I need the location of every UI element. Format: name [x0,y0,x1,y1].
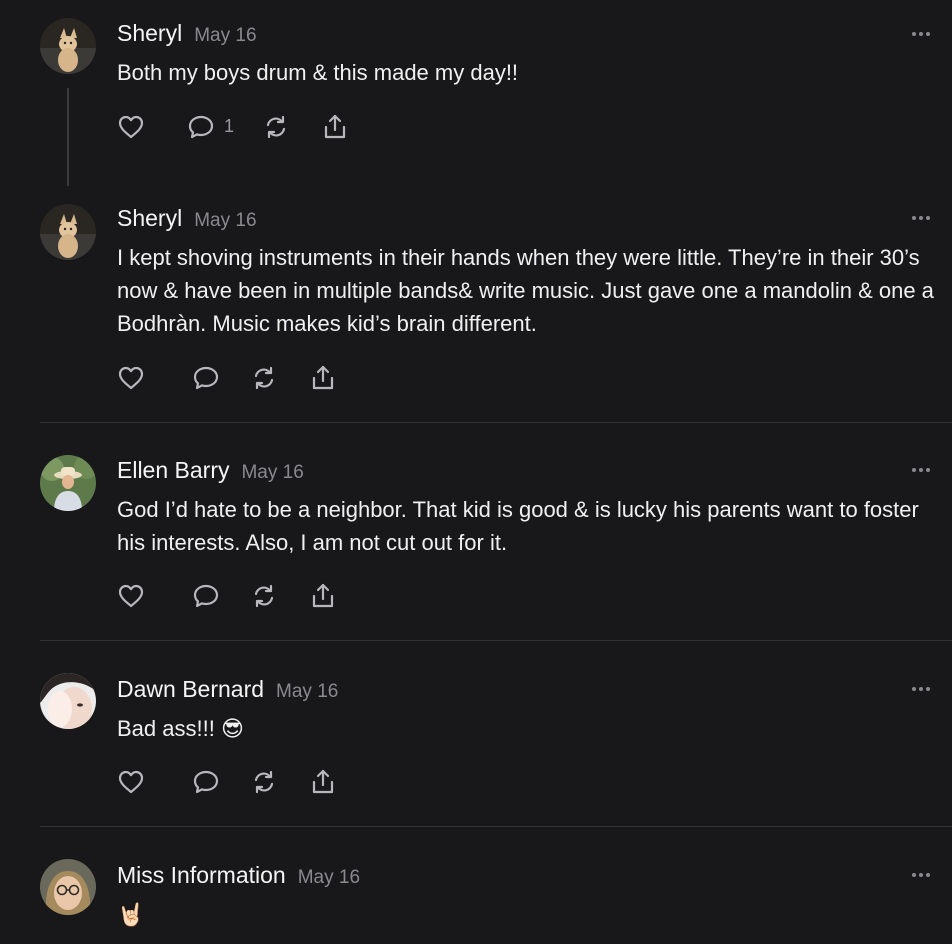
comment-bubble-icon[interactable] [191,767,221,797]
comment: Sheryl May 16 I kept shoving instruments … [0,186,952,422]
comment-bubble-icon[interactable] [191,363,221,393]
comment-bubble-icon[interactable] [186,112,216,142]
share-icon[interactable] [320,112,350,142]
comment-date: May 16 [276,681,339,702]
avatar[interactable] [40,18,96,74]
comment-text: Both my boys drum & this made my day!! [117,60,519,85]
comment-text: I kept shoving instruments in their hand… [117,245,934,336]
heart-icon[interactable] [116,363,146,393]
more-options-icon[interactable] [910,215,932,221]
avatar[interactable] [40,204,96,260]
heart-icon[interactable] [116,581,146,611]
share-icon[interactable] [308,581,338,611]
comment: Sheryl May 16 Both my boys drum & this ma… [0,0,952,186]
comment: Miss Information May 16 🤘🏻 [0,827,952,944]
comment: Ellen Barry May 16 God I’d hate to be a n… [0,423,952,640]
reply-count: 1 [224,116,235,136]
author-name[interactable]: Dawn Bernard [117,676,264,702]
more-options-icon[interactable] [910,31,932,37]
comment-text: Bad ass!!! 😎 [117,716,244,741]
restack-icon[interactable] [261,112,291,142]
heart-icon[interactable] [116,767,146,797]
share-icon[interactable] [308,363,338,393]
comment-date: May 16 [194,210,257,231]
comment-date: May 16 [194,25,257,46]
author-name[interactable]: Sheryl [117,205,182,231]
restack-icon[interactable] [249,767,279,797]
more-options-icon[interactable] [910,686,932,692]
comment-text: God I’d hate to be a neighbor. That kid … [117,497,919,555]
comment-text: 🤘🏻 [117,902,145,927]
author-name[interactable]: Miss Information [117,862,286,888]
comment: Dawn Bernard May 16 Bad ass!!! 😎 [0,641,952,826]
avatar[interactable] [40,859,96,915]
author-name[interactable]: Sheryl [117,20,182,46]
restack-icon[interactable] [249,363,279,393]
avatar[interactable] [40,673,96,729]
share-icon[interactable] [308,767,338,797]
comment-date: May 16 [241,462,304,483]
more-options-icon[interactable] [910,872,932,878]
author-name[interactable]: Ellen Barry [117,457,229,483]
restack-icon[interactable] [249,581,279,611]
heart-icon[interactable] [116,112,146,142]
avatar[interactable] [40,455,96,511]
comment-date: May 16 [297,867,361,888]
more-options-icon[interactable] [910,467,932,473]
comment-bubble-icon[interactable] [191,581,221,611]
